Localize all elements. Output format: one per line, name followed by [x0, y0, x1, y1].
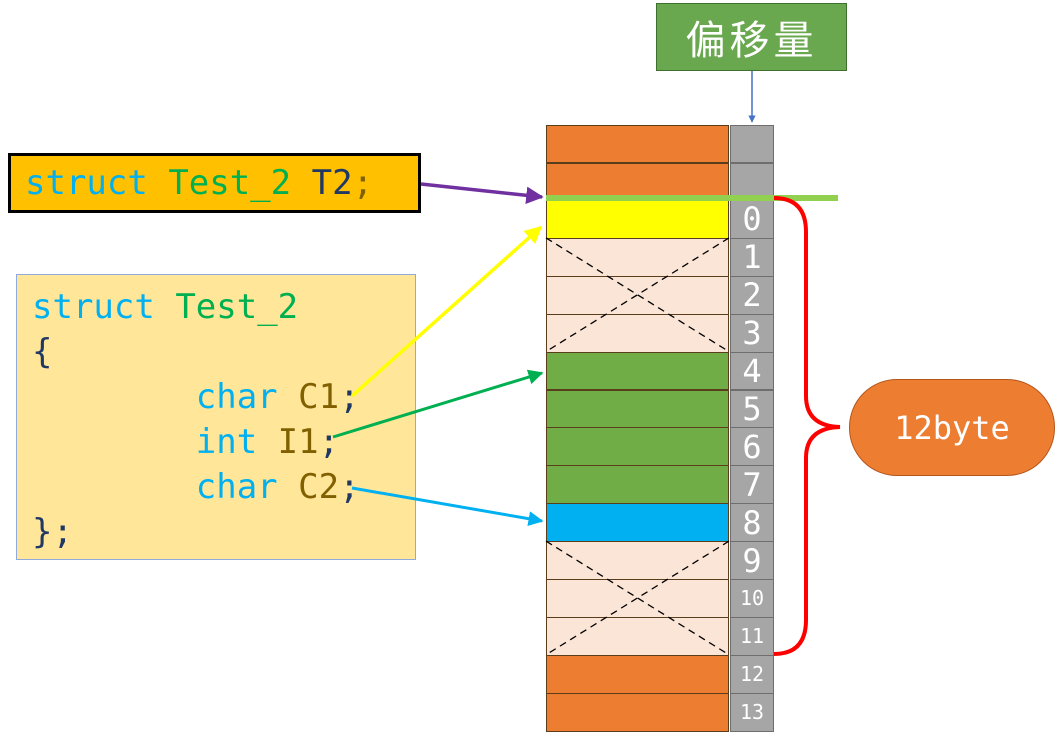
annotation-overlay: [332, 71, 841, 656]
size-brace: [773, 196, 841, 656]
declaration-arrow: [420, 182, 544, 205]
i1-arrow: [332, 369, 544, 439]
c1-arrow: [350, 225, 543, 398]
c2-arrow: [351, 486, 544, 527]
